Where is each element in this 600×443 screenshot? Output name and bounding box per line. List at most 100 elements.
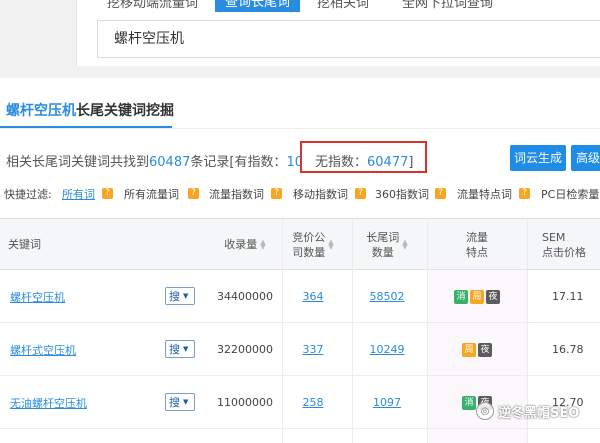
indexed-count: 11000000 — [217, 396, 273, 409]
tab-longtail-query[interactable]: 查询长尾词 — [215, 0, 301, 12]
header-label: 长尾词 数量 — [366, 230, 399, 260]
filter-360-index[interactable]: 360指数词 — [375, 186, 429, 202]
filter-label: 流量指数词 — [209, 188, 264, 201]
quick-filter-label: 快捷过滤: — [4, 188, 52, 201]
watermark: ◎ 逆冬黑帽SEO — [476, 400, 579, 422]
keyword-link[interactable]: 无油螺杆空压机 — [10, 376, 87, 429]
tag-weekend: 周 — [470, 289, 484, 304]
header-line: 长尾词 — [366, 230, 400, 244]
help-icon[interactable]: ? — [355, 188, 366, 199]
sort-icon[interactable]: ▲ ▼ — [402, 238, 407, 250]
longtail-count: 58502 — [369, 290, 405, 303]
keyword-highlight: 螺杆空压机 — [10, 290, 65, 304]
help-icon[interactable]: ? — [102, 188, 113, 199]
tab-mobile-traffic[interactable]: 挖移动端流量词 — [107, 0, 198, 11]
search-dropdown-button[interactable]: 搜 ▼ — [165, 393, 195, 411]
help-icon[interactable]: ? — [435, 188, 446, 199]
header-label: 收录量 — [224, 238, 258, 251]
results-card: 螺杆空压机长尾关键词挖掘 相关长尾词关键词共找到60487条记录[有指数：10 无… — [0, 78, 600, 443]
search-button-label: 搜 — [169, 290, 180, 303]
filter-pc-daily-search[interactable]: PC日检索量 — [541, 186, 599, 202]
search-button-label: 搜 — [169, 396, 180, 409]
header-label: 竞价公 司数量 — [292, 230, 325, 260]
keyword-link[interactable]: 螺杆式空压机 — [10, 323, 76, 376]
highlight-box — [300, 141, 427, 173]
filter-label: 360指数词 — [375, 188, 429, 201]
sem-price: 16.78 — [552, 343, 584, 356]
keyword-highlight: 螺杆式空压机 — [10, 343, 76, 357]
filter-all-traffic[interactable]: 所有流量词 — [124, 186, 179, 202]
header-line: 流量 — [466, 230, 488, 244]
header-traffic-feature: 流量 特点 — [427, 219, 527, 270]
caret-down-icon: ▼ — [183, 345, 189, 353]
header-line: 数量 — [371, 245, 394, 259]
help-icon[interactable]: ? — [271, 188, 282, 199]
wechat-icon: ◎ — [476, 402, 494, 420]
header-bid-count[interactable]: 竞价公 司数量 ▲ ▼ — [282, 219, 344, 270]
search-dropdown-button[interactable]: 搜 ▼ — [165, 287, 195, 305]
bid-count-link[interactable]: 364 — [282, 270, 344, 323]
help-icon[interactable]: ? — [519, 188, 530, 199]
tab-dropdown-query[interactable]: 全网下拉词查询 — [402, 0, 493, 11]
header-longtail-count[interactable]: 长尾词 数量 ▲ ▼ — [352, 219, 422, 270]
summary-prefix: 相关长尾词关键词共找到 — [6, 155, 150, 170]
search-button-label: 搜 — [169, 343, 180, 356]
filter-label: 所有词 — [62, 188, 95, 201]
summary-mid: 条记录[有指数： — [190, 155, 287, 170]
help-icon[interactable]: ? — [188, 188, 199, 199]
filter-traffic-feature[interactable]: 流量特点词 — [457, 186, 512, 202]
word-cloud-button[interactable]: 词云生成 — [510, 145, 566, 171]
longtail-count-link[interactable]: 10249 — [352, 323, 422, 376]
watermark-text: 逆冬黑帽SEO — [498, 405, 580, 421]
search-card: 挖移动端流量词 查询长尾词 挖相关词 全网下拉词查询 螺杆空压机 — [76, 0, 600, 66]
tab-related-words[interactable]: 挖相关词 — [317, 0, 369, 11]
section-title-keyword: 螺杆空压机 — [6, 103, 76, 119]
caret-down-icon: ▼ — [183, 292, 189, 300]
header-line: 竞价公 — [292, 230, 326, 244]
table-header: 关键词 收录量 ▲ ▼ 竞价公 司数量 ▲ ▼ 长尾词 数量 ▲ ▼ 流量 特点 SEM 点击价格 — [0, 219, 600, 270]
filter-label: 所有流量词 — [124, 188, 179, 201]
longtail-count: 1097 — [373, 396, 401, 409]
traffic-tags: 周夜 — [427, 323, 527, 376]
sort-icon[interactable]: ▲ ▼ — [328, 238, 333, 250]
header-line: 点击价格 — [542, 245, 586, 259]
sem-price: 17.11 — [552, 290, 584, 303]
header-line: 特点 — [466, 245, 488, 259]
indexed-count: 34400000 — [217, 290, 273, 303]
advanced-button[interactable]: 高级 — [571, 145, 600, 171]
tag-consume: 消 — [454, 289, 468, 304]
table-row: 螺杆式空压机 搜 ▼ 32200000 337 10249 周夜 16.78 — [0, 323, 600, 376]
header-label: 流量 特点 — [466, 230, 488, 260]
filter-label: 移动指数词 — [293, 188, 348, 201]
keyword-link[interactable]: 螺杆空压机 — [10, 270, 65, 323]
tag-weekend: 周 — [462, 342, 476, 357]
longtail-count: 10249 — [369, 343, 405, 356]
bid-count-link[interactable]: 337 — [282, 323, 344, 376]
header-line: 司数量 — [292, 245, 326, 259]
filter-mobile-index[interactable]: 移动指数词 — [293, 186, 348, 202]
tag-night: 夜 — [478, 342, 492, 357]
section-title: 螺杆空压机长尾关键词挖掘 — [6, 100, 174, 120]
bid-count-link[interactable]: 258 — [282, 376, 344, 429]
longtail-count-link[interactable]: 1097 — [352, 376, 422, 429]
header-keyword[interactable]: 关键词 — [8, 219, 148, 270]
summary-total: 60487 — [149, 155, 191, 170]
filter-all-words[interactable]: 所有词 — [62, 186, 95, 202]
search-dropdown-button[interactable]: 搜 ▼ — [165, 340, 195, 358]
section-title-suffix: 长尾关键词挖掘 — [76, 103, 174, 119]
sort-icon[interactable]: ▲ ▼ — [260, 238, 265, 250]
caret-down-icon: ▼ — [183, 398, 189, 406]
filter-label: PC日检索量 — [541, 188, 600, 201]
section-divider — [0, 128, 600, 129]
header-indexed[interactable]: 收录量 ▲ ▼ — [205, 219, 285, 270]
header-label: SEM 点击价格 — [542, 230, 586, 260]
filter-label: 流量特点词 — [457, 188, 512, 201]
bid-count: 364 — [302, 290, 324, 303]
header-sem-price[interactable]: SEM 点击价格 — [542, 219, 600, 270]
traffic-tags: 消周夜 — [427, 270, 527, 323]
longtail-count-link[interactable]: 58502 — [352, 270, 422, 323]
filter-traffic-index[interactable]: 流量指数词 — [209, 186, 264, 202]
table-row: 螺杆空压机 搜 ▼ 34400000 364 58502 消周夜 17.11 — [0, 270, 600, 323]
tag-night: 夜 — [486, 289, 500, 304]
keyword-search-input[interactable]: 螺杆空压机 — [97, 20, 600, 58]
